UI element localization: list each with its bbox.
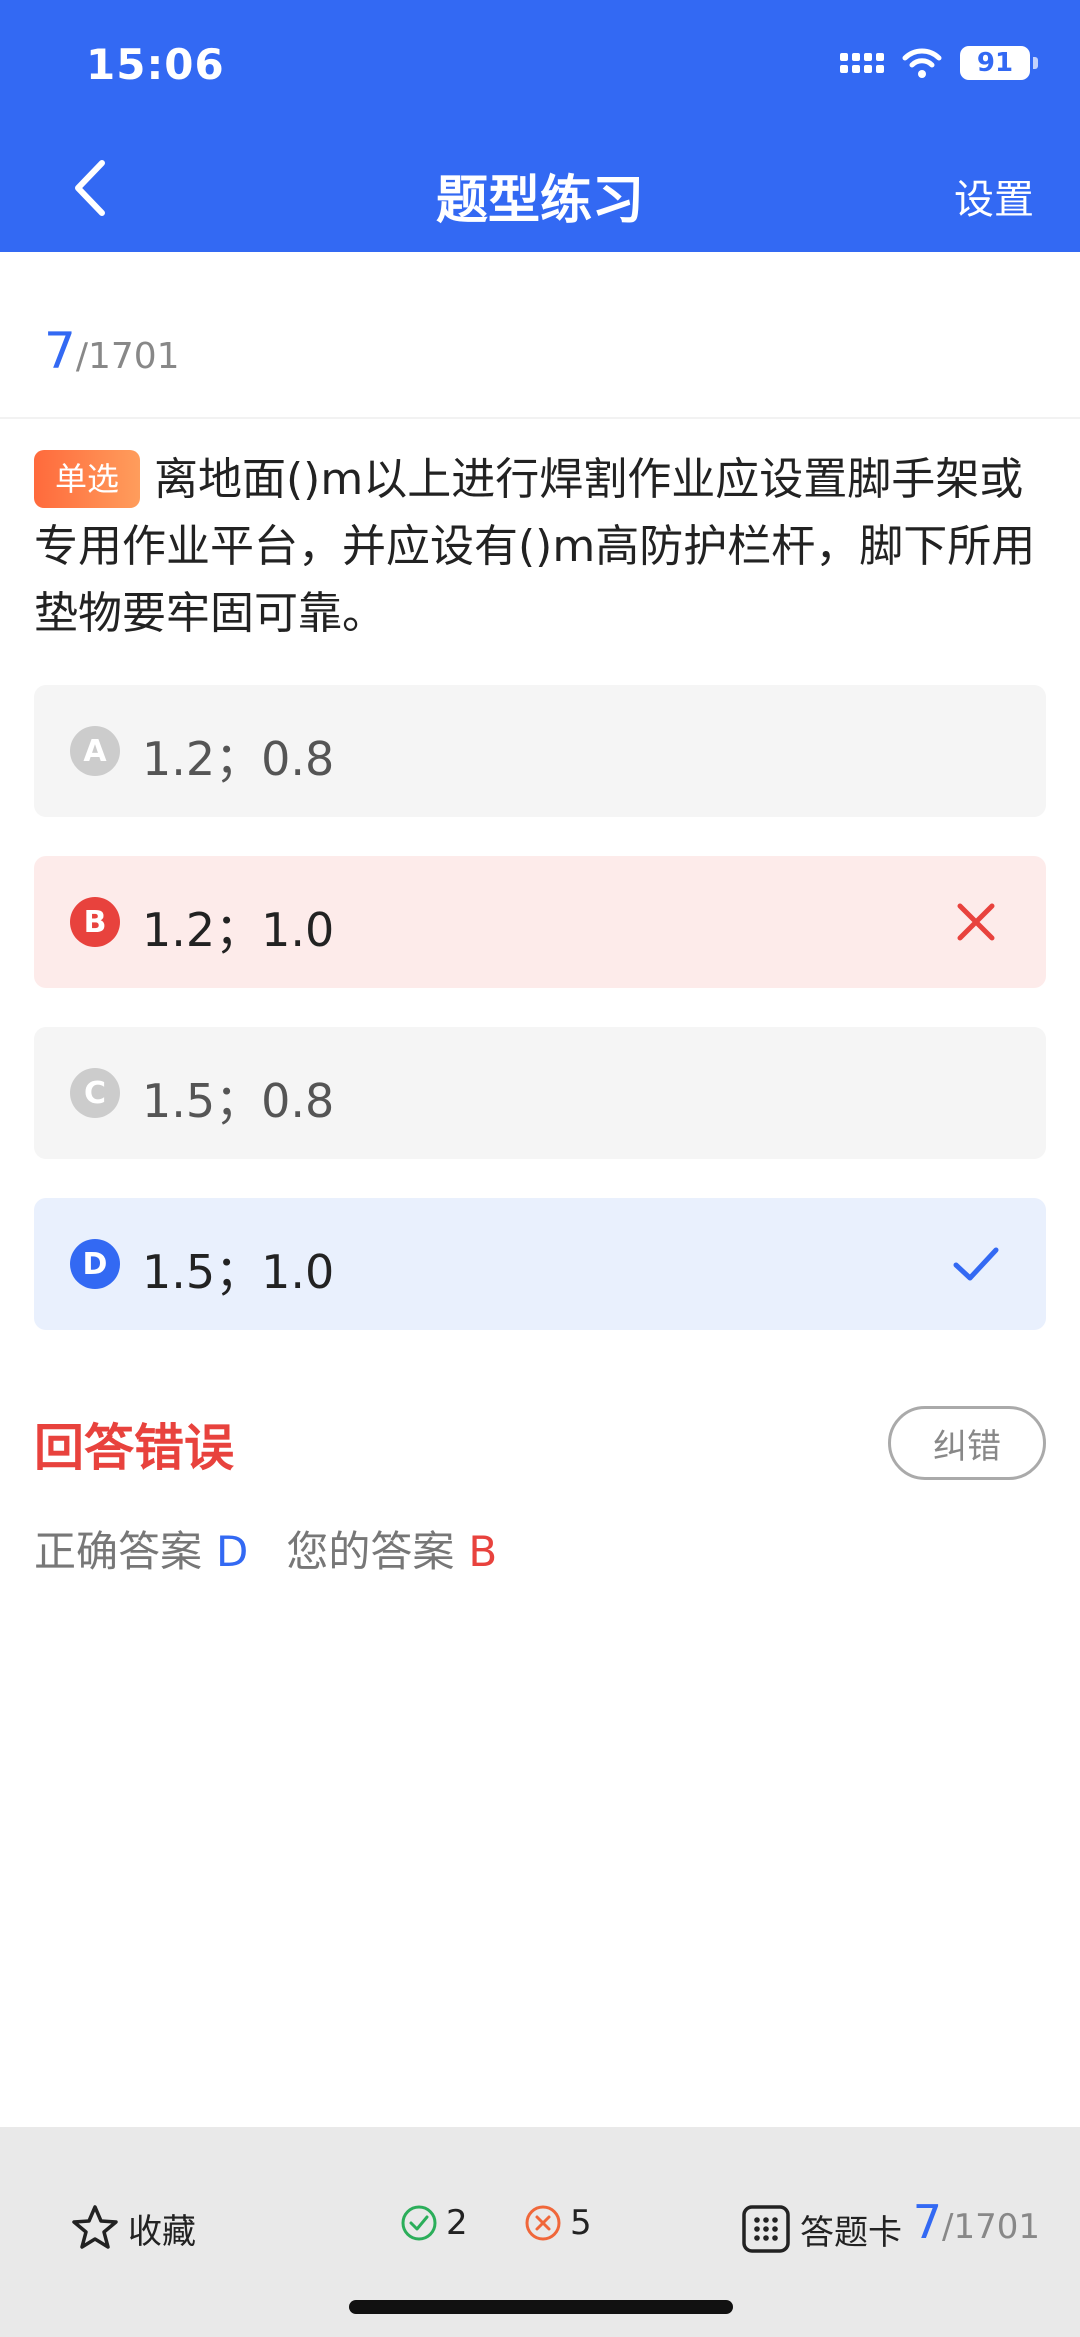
option-d[interactable]: D 1.5；1.0 (34, 1198, 1046, 1330)
wrong-count-value: 5 (570, 2203, 592, 2243)
result-title: 回答错误 (34, 1419, 234, 1477)
divider (0, 417, 1080, 419)
bottom-progress: 7/1701 (913, 2195, 1040, 2249)
settings-button[interactable]: 设置 (954, 167, 1034, 225)
wifi-icon (902, 48, 942, 78)
correct-answer-value: D (216, 1527, 249, 1576)
option-letter-b: B (70, 897, 120, 947)
wrong-count: 5 (524, 2203, 592, 2243)
answer-summary: 正确答案 D 您的答案 B (34, 1518, 497, 1579)
correct-answer-label: 正确答案 (34, 1527, 203, 1576)
home-indicator[interactable] (349, 2300, 733, 2314)
status-time: 15:06 (86, 40, 225, 89)
signal-icon (840, 53, 884, 73)
option-text-b: 1.2；1.0 (142, 903, 335, 957)
option-text-a: 1.2；0.8 (142, 732, 335, 786)
battery-icon: 91 (960, 46, 1038, 80)
option-a[interactable]: A 1.2；0.8 (34, 685, 1046, 817)
option-c[interactable]: C 1.5；0.8 (34, 1027, 1046, 1159)
your-answer-label: 您的答案 (286, 1527, 455, 1576)
star-icon (72, 2205, 118, 2249)
option-letter-d: D (70, 1239, 120, 1289)
your-answer-value: B (468, 1527, 498, 1576)
answer-card-grid-icon (742, 2205, 790, 2253)
right-circle-icon (401, 2205, 437, 2241)
answer-card-button[interactable]: 答题卡 (740, 2203, 902, 2255)
header: 15:06 91 题型练习 设置 (0, 0, 1080, 252)
progress-current: 7 (44, 322, 76, 380)
wrong-circle-icon (525, 2205, 561, 2241)
option-text-d: 1.5；1.0 (142, 1245, 335, 1299)
right-count-value: 2 (446, 2203, 468, 2243)
screen: 15:06 91 题型练习 设置 7/1701 单选 离地面()m以上进行焊割作… (0, 0, 1080, 2337)
bottom-progress-current: 7 (912, 2195, 943, 2249)
right-count: 2 (400, 2203, 468, 2243)
wrong-x-icon (957, 903, 995, 941)
question-type-badge: 单选 (34, 450, 140, 508)
correction-button[interactable]: 纠错 (888, 1406, 1046, 1480)
bottom-progress-total: /1701 (942, 2207, 1040, 2247)
answer-card-label: 答题卡 (800, 2212, 902, 2253)
option-text-c: 1.5；0.8 (142, 1074, 335, 1128)
question-progress: 7/1701 (44, 322, 180, 380)
option-b[interactable]: B 1.2；1.0 (34, 856, 1046, 988)
question-text: 离地面()m以上进行焊割作业应设置脚手架或专用作业平台，并应设有()m高防护栏杆… (34, 454, 1036, 639)
page-title: 题型练习 (435, 171, 644, 231)
favorite-label: 收藏 (128, 2211, 196, 2252)
check-icon (953, 1247, 999, 1281)
status-icons: 91 (840, 46, 1038, 80)
option-letter-c: C (70, 1068, 120, 1118)
question-text-block: 单选 离地面()m以上进行焊割作业应设置脚手架或专用作业平台，并应设有()m高防护… (34, 446, 1046, 647)
favorite-button[interactable]: 收藏 (70, 2203, 196, 2253)
progress-total: /1701 (75, 336, 180, 377)
option-letter-a: A (70, 726, 120, 776)
